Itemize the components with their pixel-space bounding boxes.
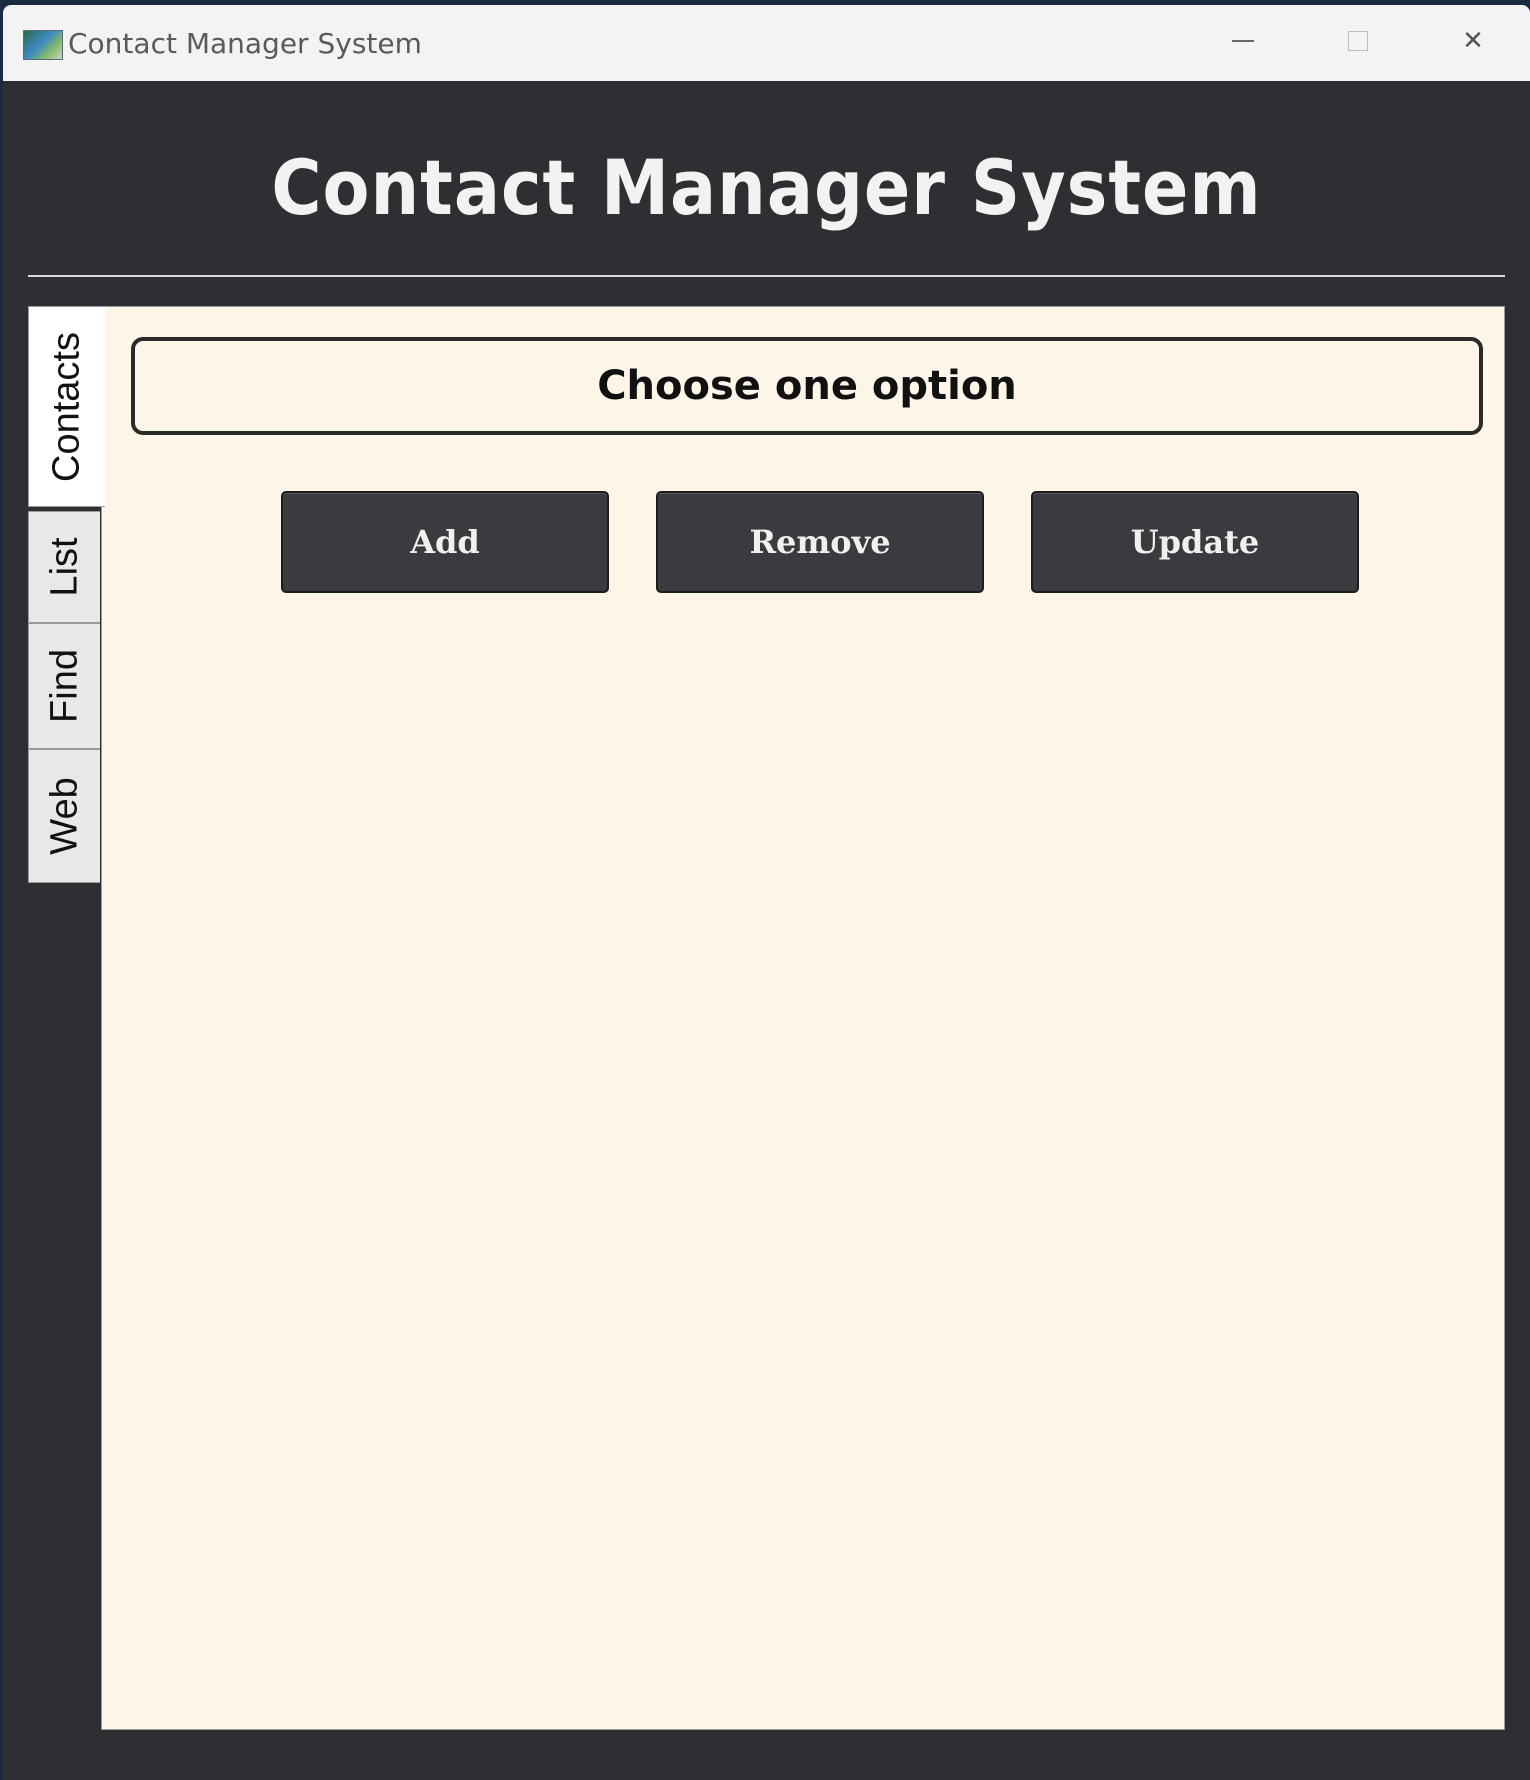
tab-list[interactable]: List [28, 511, 100, 623]
minimize-button[interactable] [1213, 17, 1273, 65]
tab-find[interactable]: Find [28, 623, 100, 749]
tab-label: Find [43, 649, 85, 723]
app-heading: Contact Manager System [271, 143, 1262, 232]
add-button[interactable]: Add [281, 491, 609, 593]
header-divider [28, 275, 1505, 277]
maximize-button[interactable] [1328, 17, 1388, 65]
close-icon: ✕ [1462, 26, 1484, 56]
tab-contacts[interactable]: Contacts [28, 306, 105, 507]
close-button[interactable]: ✕ [1443, 17, 1503, 65]
app-window: Contact Manager System ✕ Contact Manager… [3, 5, 1530, 1780]
contacts-panel: Choose one option Add Remove Update [101, 306, 1505, 1730]
tab-web[interactable]: Web [28, 749, 100, 883]
prompt-box: Choose one option [131, 337, 1483, 435]
update-button[interactable]: Update [1031, 491, 1359, 593]
minimize-icon [1232, 40, 1254, 42]
title-bar[interactable]: Contact Manager System ✕ [3, 5, 1530, 81]
tab-bar: Contacts List Find Web [28, 306, 105, 886]
prompt-label: Choose one option [597, 363, 1017, 409]
app-icon [23, 30, 63, 60]
maximize-icon [1348, 31, 1368, 51]
tab-label: Web [43, 777, 85, 855]
window-title: Contact Manager System [68, 27, 422, 60]
tab-label: Contacts [45, 331, 88, 482]
tab-label: List [43, 537, 85, 597]
remove-button[interactable]: Remove [656, 491, 984, 593]
